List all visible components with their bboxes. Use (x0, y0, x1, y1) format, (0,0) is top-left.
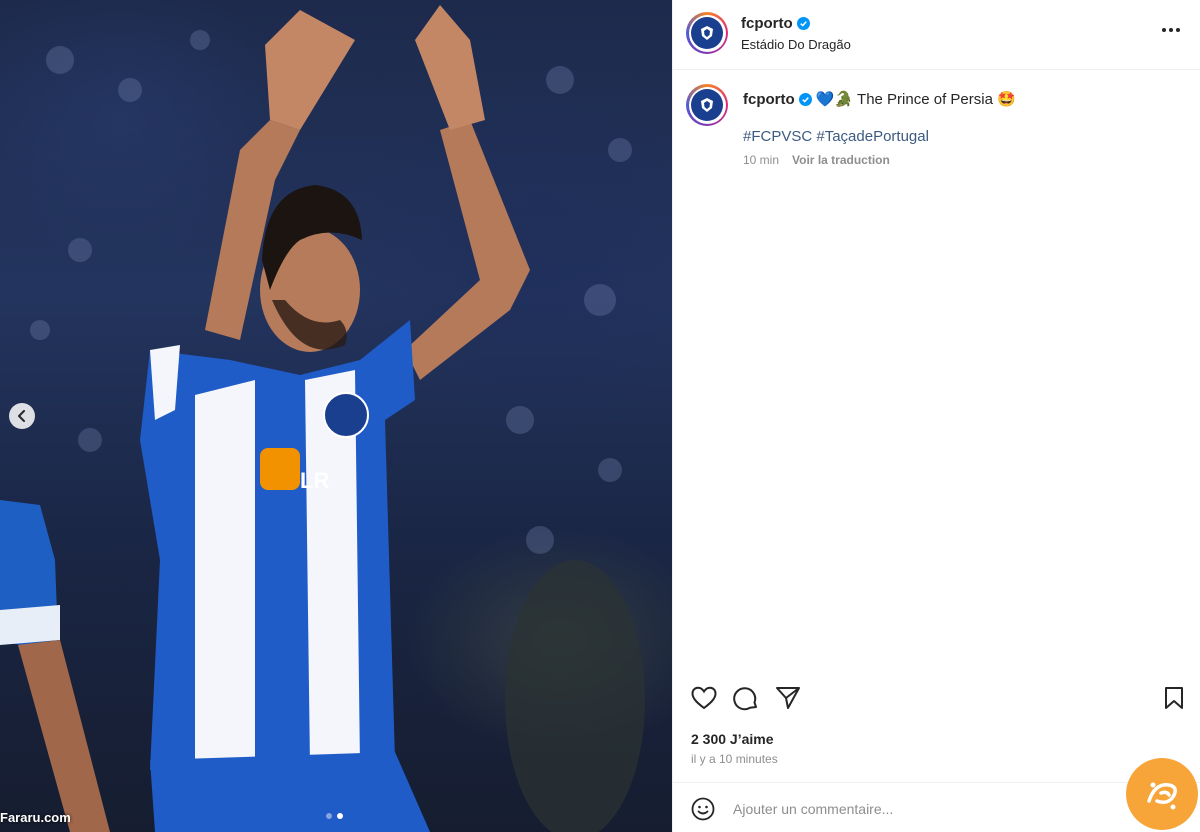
comment-button[interactable] (733, 686, 759, 717)
post-timestamp: il y a 10 minutes (691, 752, 778, 766)
caption-age: 10 min (743, 153, 780, 167)
avatar[interactable] (686, 12, 728, 54)
share-button[interactable] (775, 686, 801, 715)
header-username[interactable]: fcporto (741, 15, 810, 32)
caption-line: fcporto 💙🐊 The Prince of Persia 🤩 (743, 90, 1016, 109)
share-icon (776, 687, 800, 709)
publisher-logo (1126, 758, 1198, 830)
more-horizontal-icon (1162, 28, 1166, 32)
verified-badge-icon (796, 17, 810, 30)
verified-badge-icon (798, 92, 812, 106)
heart-icon (691, 686, 717, 710)
hashtag-link[interactable]: #TaçadePortugal (816, 128, 929, 145)
post-location[interactable]: Estádio Do Dragão (741, 37, 851, 52)
player-photo: LR (0, 5, 645, 832)
fcporto-crest-icon (691, 17, 723, 49)
caption-username[interactable]: fcporto (743, 91, 795, 108)
fcporto-crest-icon (691, 89, 723, 121)
caption-emoji-end: 🤩 (996, 91, 1016, 108)
comment-bar (673, 782, 1200, 832)
caption-avatar[interactable] (686, 84, 728, 126)
svg-text:LR: LR (300, 468, 329, 493)
bookmark-icon (1165, 687, 1183, 709)
smiley-icon (691, 797, 715, 821)
carousel-indicator (326, 813, 343, 819)
post-header: fcporto Estádio Do Dragão (673, 0, 1200, 70)
comment-icon (733, 687, 757, 711)
caption-text: The Prince of Persia (857, 90, 993, 108)
caption-hashtags: #FCPVSC #TaçadePortugal (743, 128, 929, 145)
post-actions (691, 686, 1186, 712)
carousel-prev-button[interactable] (9, 403, 35, 429)
carousel-dot-active (337, 813, 343, 819)
caption-meta: 10 min Voir la traduction (743, 153, 890, 167)
source-watermark: Fararu.com (0, 810, 71, 825)
hashtag-link[interactable]: #FCPVSC (743, 128, 812, 145)
like-button[interactable] (691, 686, 717, 715)
more-options-button[interactable] (1160, 22, 1182, 38)
carousel-dot (326, 813, 332, 819)
emoji-picker-button[interactable] (691, 797, 715, 826)
post-panel: fcporto Estádio Do Dragão fcporto 💙🐊 The… (672, 0, 1200, 832)
likes-count[interactable]: 2 300 J’aime (691, 731, 774, 747)
chevron-left-icon (18, 410, 25, 422)
post-media: LR Fararu.com (0, 0, 672, 832)
comment-input[interactable] (733, 797, 1113, 821)
caption-emojis: 💙🐊 (815, 91, 854, 108)
save-button[interactable] (1163, 686, 1185, 715)
see-translation-link[interactable]: Voir la traduction (792, 153, 890, 167)
